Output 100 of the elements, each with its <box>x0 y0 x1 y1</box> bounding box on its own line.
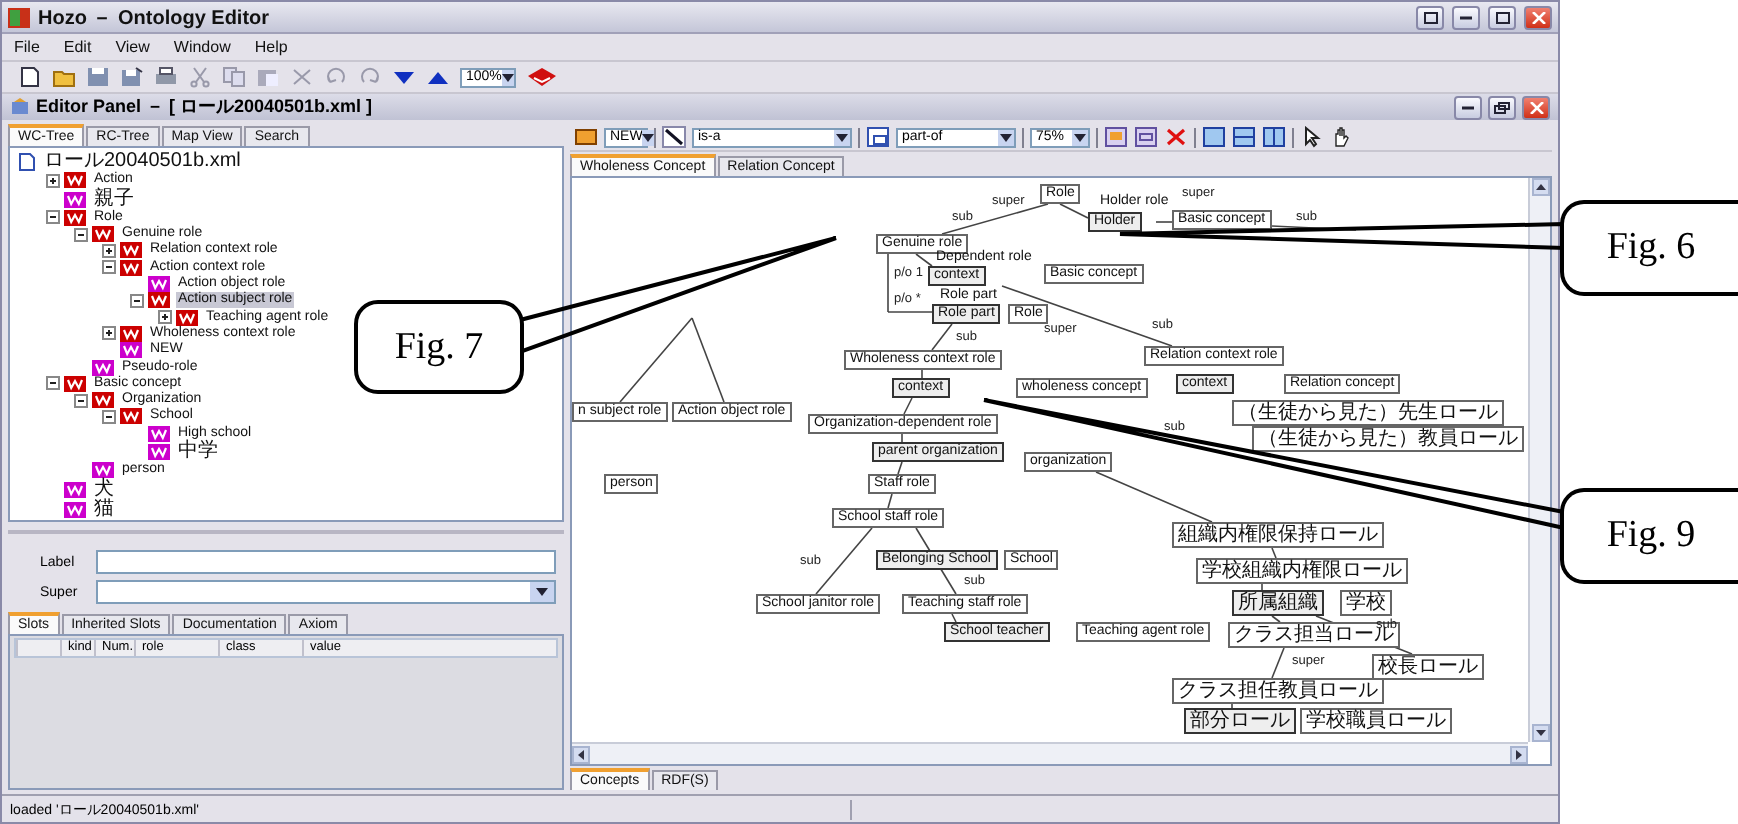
edge-line <box>903 397 913 415</box>
tree-item[interactable]: ロール20040501b.xml <box>42 152 243 172</box>
edge-line <box>897 461 903 475</box>
expand-toggle-icon[interactable] <box>158 310 172 325</box>
caret-icon[interactable] <box>1000 133 1012 141</box>
pointer-icon[interactable] <box>1300 126 1324 148</box>
collapse-toggle-icon[interactable] <box>74 227 88 242</box>
collapse-toggle-icon[interactable] <box>130 293 144 308</box>
scroll-down-button[interactable] <box>1531 724 1549 742</box>
single-view-icon[interactable] <box>1202 126 1226 148</box>
scroll-right-button[interactable] <box>1510 745 1528 763</box>
panel-title: Editor Panel － [ ロール20040501b.xml ] <box>36 94 375 120</box>
delete-icon[interactable] <box>1164 126 1188 148</box>
down-triangle-icon[interactable] <box>392 66 416 88</box>
concept-node[interactable]: （生徒から見た）先生ロール <box>1232 400 1504 426</box>
scroll-left-button[interactable] <box>572 745 590 763</box>
caret-icon[interactable] <box>836 133 848 141</box>
caret-icon[interactable] <box>536 588 548 596</box>
split-vertical-icon[interactable] <box>1262 126 1286 148</box>
tree-item[interactable]: 犬 <box>92 479 116 500</box>
up-arrow-icon[interactable] <box>1535 184 1545 190</box>
app-icon <box>8 7 30 27</box>
link-line-icon[interactable] <box>662 126 686 148</box>
collapse-toggle-icon[interactable] <box>102 409 116 424</box>
down-arrow-icon[interactable] <box>1535 730 1545 736</box>
concept-node[interactable]: 学校職員ロール <box>1300 708 1452 734</box>
minimize-button[interactable] <box>1452 5 1480 29</box>
maximize-icon[interactable] <box>1495 11 1509 23</box>
close-button[interactable] <box>1524 5 1552 29</box>
menu-item[interactable]: Edit <box>63 38 92 56</box>
restore-button[interactable] <box>1488 95 1516 119</box>
minimize-icon[interactable] <box>1460 15 1472 19</box>
edge-line <box>1231 703 1233 709</box>
expand-toggle-icon[interactable] <box>46 173 60 188</box>
maximize-icon[interactable] <box>1423 11 1437 23</box>
maximize-button[interactable] <box>1488 5 1516 29</box>
concept-node[interactable]: （生徒から見た）教員ロール <box>1252 426 1524 452</box>
caret-icon[interactable] <box>1074 133 1086 141</box>
concept-node[interactable]: 学校 <box>1340 590 1392 616</box>
right-arrow-icon[interactable] <box>1516 749 1522 759</box>
file-icon <box>18 152 36 172</box>
caret-icon[interactable] <box>501 73 514 81</box>
edge-line <box>1271 647 1285 679</box>
concept-node[interactable]: クラス担任教員ロール <box>1172 678 1384 704</box>
edge-line <box>887 493 893 509</box>
window-button[interactable] <box>1416 5 1444 29</box>
restore-icon[interactable] <box>1494 101 1510 113</box>
add-concept-icon[interactable] <box>1104 126 1128 148</box>
new-file-icon[interactable] <box>18 66 42 88</box>
scroll-up-button[interactable] <box>1531 178 1549 196</box>
edge-line <box>901 433 903 443</box>
hand-icon[interactable] <box>1330 126 1354 148</box>
tree-item[interactable]: 親子 <box>92 189 136 210</box>
callout-label: Fig. 9 <box>1560 488 1738 584</box>
edge-line <box>915 253 933 267</box>
concept-node[interactable]: 校長ロール <box>1372 654 1484 680</box>
print-icon[interactable] <box>154 66 178 88</box>
tree-item[interactable]: 中学 <box>176 442 220 463</box>
expand-toggle-icon[interactable] <box>102 326 116 341</box>
left-arrow-icon[interactable] <box>578 749 584 759</box>
editor-icon <box>10 98 30 116</box>
part-of-icon[interactable] <box>866 126 890 148</box>
concept-node[interactable]: 学校組織内権限ロール <box>1196 558 1408 584</box>
edge-line <box>1059 203 1089 219</box>
minimize-icon[interactable] <box>1462 105 1474 109</box>
concept-box-icon[interactable] <box>574 126 598 148</box>
expand-toggle-icon[interactable] <box>102 243 116 258</box>
window-title: Hozo － Ontology Editor <box>38 5 272 31</box>
edge-line <box>1095 471 1213 523</box>
caret-icon[interactable] <box>642 133 655 141</box>
menu-item[interactable]: View <box>115 38 150 56</box>
combo-field[interactable] <box>96 580 556 604</box>
save-as-icon[interactable] <box>120 66 144 88</box>
collapse-toggle-icon[interactable] <box>46 210 60 225</box>
collapse-toggle-icon[interactable] <box>46 376 60 391</box>
split-horizontal-icon[interactable] <box>1232 126 1256 148</box>
edge-line <box>921 369 923 379</box>
menu-item[interactable]: Window <box>173 38 231 56</box>
edge-line <box>1271 547 1277 559</box>
edge-line <box>931 323 953 351</box>
minimize-button[interactable] <box>1454 95 1482 119</box>
book-icon[interactable] <box>526 66 558 88</box>
menu-item[interactable]: Help <box>254 38 288 56</box>
save-icon[interactable] <box>86 66 110 88</box>
callout-label: Fig. 6 <box>1560 200 1738 296</box>
concept-node[interactable]: 組織内権限保持ロール <box>1172 522 1384 548</box>
collapse-toggle-icon[interactable] <box>74 393 88 408</box>
menu-item[interactable]: File <box>14 38 40 56</box>
input-field[interactable] <box>96 550 556 574</box>
slot-node[interactable]: 部分ロール <box>1184 708 1296 734</box>
collapse-toggle-icon[interactable] <box>102 260 116 275</box>
slot-node[interactable]: 所属組織 <box>1232 590 1324 616</box>
edge-line <box>941 203 1049 235</box>
rename-icon[interactable] <box>1134 126 1158 148</box>
tree-item[interactable]: 猫 <box>92 499 116 520</box>
close-button[interactable] <box>1522 95 1550 119</box>
close-icon[interactable] <box>1531 11 1545 23</box>
open-folder-icon[interactable] <box>52 66 76 88</box>
edge-line <box>951 613 957 623</box>
close-icon[interactable] <box>1529 101 1543 113</box>
